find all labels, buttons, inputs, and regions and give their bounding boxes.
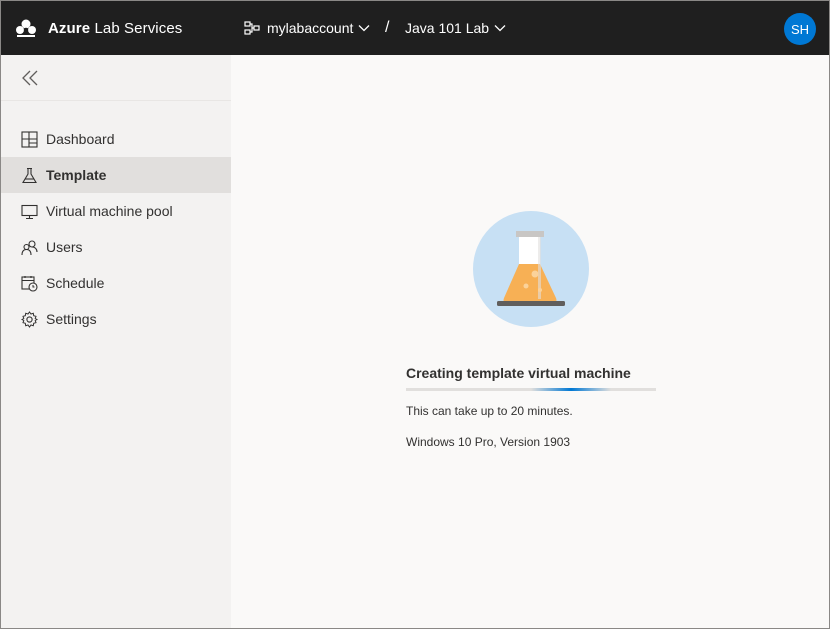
- double-chevron-left-icon[interactable]: [21, 69, 41, 87]
- sidebar-item-settings[interactable]: Settings: [1, 301, 231, 337]
- sidebar-item-label: Dashboard: [46, 131, 115, 147]
- sidebar-divider: [1, 100, 231, 101]
- chevron-down-icon: [358, 25, 370, 32]
- sidebar-item-virtual-machine-pool[interactable]: Virtual machine pool: [1, 193, 231, 229]
- status-title: Creating template virtual machine: [406, 365, 631, 381]
- sidebar-item-label: Template: [46, 167, 107, 183]
- calendar-clock-icon: [21, 275, 38, 292]
- progress-bar-fill: [531, 388, 611, 391]
- users-icon: [21, 239, 38, 255]
- sidebar-item-schedule[interactable]: Schedule: [1, 265, 231, 301]
- brand[interactable]: Azure Lab Services: [15, 1, 182, 55]
- brand-title-bold: Azure: [48, 19, 91, 37]
- app-window: Azure Lab Services mylabaccount / Java 1…: [0, 0, 830, 629]
- flask-illustration-icon: [473, 211, 589, 327]
- chevron-down-icon: [494, 25, 506, 32]
- sidebar: Dashboard Template Virtual machine pool: [1, 55, 231, 628]
- sidebar-item-dashboard[interactable]: Dashboard: [1, 121, 231, 157]
- top-bar: Azure Lab Services mylabaccount / Java 1…: [1, 1, 829, 55]
- gear-icon: [21, 310, 38, 328]
- dashboard-icon: [21, 130, 38, 148]
- main-content: Creating template virtual machine This c…: [231, 55, 829, 628]
- breadcrumb-lab-label: Java 101 Lab: [405, 20, 490, 36]
- template-os: Windows 10 Pro, Version 1903: [406, 435, 571, 449]
- user-avatar[interactable]: SH: [784, 13, 816, 45]
- breadcrumb-lab[interactable]: Java 101 Lab: [405, 1, 506, 55]
- lab-account-icon: [244, 21, 260, 35]
- sidebar-item-label: Virtual machine pool: [46, 203, 173, 219]
- brand-title: Azure Lab Services: [48, 20, 182, 37]
- sidebar-item-label: Schedule: [46, 275, 105, 291]
- sidebar-item-label: Settings: [46, 311, 97, 327]
- brand-title-rest: Lab Services: [90, 19, 183, 37]
- monitor-icon: [21, 204, 38, 219]
- sidebar-item-template[interactable]: Template: [1, 157, 231, 193]
- breadcrumb-account-label: mylabaccount: [267, 20, 354, 36]
- breadcrumb-separator: /: [385, 19, 390, 36]
- flask-icon: [22, 167, 37, 183]
- progress-bar: [406, 388, 656, 391]
- azure-lab-logo-icon: [16, 19, 36, 37]
- sidebar-nav: Dashboard Template Virtual machine pool: [1, 121, 231, 337]
- sidebar-item-users[interactable]: Users: [1, 229, 231, 265]
- breadcrumb-account[interactable]: mylabaccount: [244, 1, 370, 55]
- sidebar-item-label: Users: [46, 239, 83, 255]
- status-note: This can take up to 20 minutes.: [406, 404, 573, 418]
